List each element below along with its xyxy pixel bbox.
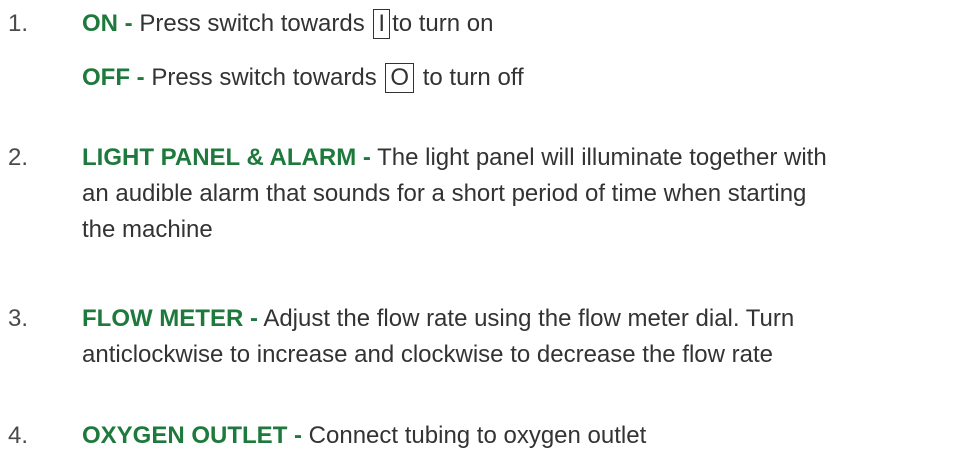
item-number: 4. <box>8 422 29 449</box>
on-text-before: Press switch towards <box>132 10 372 37</box>
off-text-before: Press switch towards <box>144 64 384 91</box>
item-number: 2. <box>8 144 29 171</box>
item-number: 3. <box>8 305 29 332</box>
item-text: Adjust the flow rate using the flow mete… <box>257 305 795 332</box>
item-line: LIGHT PANEL & ALARM - The light panel wi… <box>82 140 972 176</box>
item-number: 1. <box>8 10 29 37</box>
off-line: OFF - Press switch towards O to turn off <box>82 60 972 96</box>
off-text-after: to turn off <box>416 64 524 91</box>
item-line: anticlockwise to increase and clockwise … <box>82 341 774 368</box>
on-text-after: to turn on <box>392 10 494 37</box>
item-content: LIGHT PANEL & ALARM - The light panel wi… <box>82 140 972 248</box>
oxygen-outlet-label: OXYGEN OUTLET - <box>82 422 303 449</box>
flow-meter-label: FLOW METER - <box>82 305 258 332</box>
item-content: ON - Press switch towards Ito turn on OF… <box>82 6 972 96</box>
on-label: ON - <box>82 10 133 37</box>
item-text: The light panel will illuminate together… <box>370 144 827 171</box>
item-content: FLOW METER - Adjust the flow rate using … <box>82 301 972 373</box>
item-line: the machine <box>82 216 213 243</box>
switch-symbol-on: I <box>373 9 391 39</box>
item-line: an audible alarm that sounds for a short… <box>82 180 807 207</box>
item-line: FLOW METER - Adjust the flow rate using … <box>82 301 972 337</box>
item-text: Connect tubing to oxygen outlet <box>302 422 647 449</box>
light-panel-alarm-label: LIGHT PANEL & ALARM - <box>82 144 371 171</box>
on-line: ON - Press switch towards Ito turn on <box>82 6 972 42</box>
item-line: OXYGEN OUTLET - Connect tubing to oxygen… <box>82 418 972 454</box>
off-label: OFF - <box>82 64 145 91</box>
item-content: OXYGEN OUTLET - Connect tubing to oxygen… <box>82 418 972 454</box>
switch-symbol-off: O <box>385 63 415 93</box>
